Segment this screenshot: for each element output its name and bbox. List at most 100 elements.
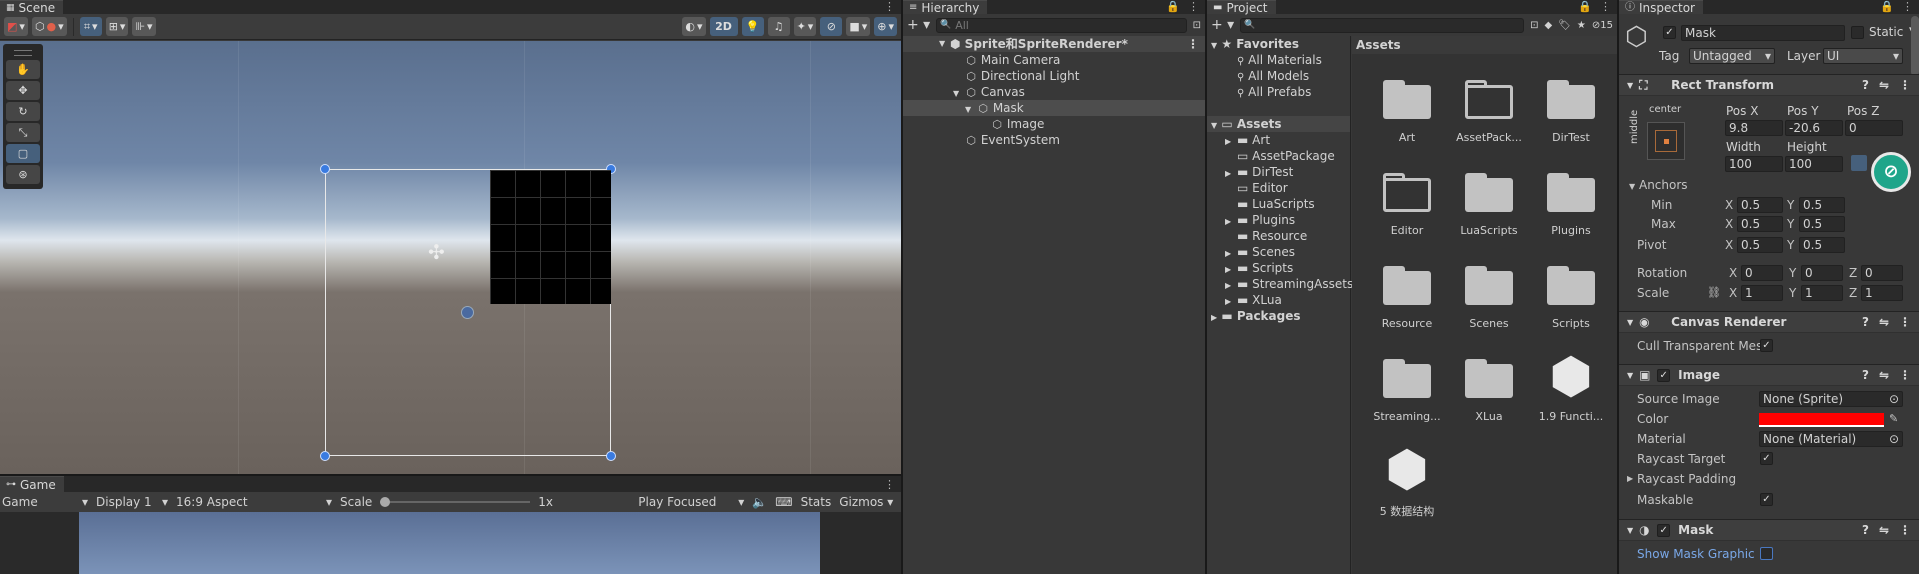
game-viewport[interactable]: [0, 512, 901, 574]
camera-dropdown[interactable]: ■ ▾: [846, 17, 871, 36]
folder-editor[interactable]: ▭ Editor: [1207, 180, 1350, 196]
folder-icon[interactable]: [1463, 169, 1515, 213]
scale-z[interactable]: 1: [1861, 285, 1903, 301]
folder-icon[interactable]: [1463, 262, 1515, 306]
tab-hierarchy[interactable]: ≡ Hierarchy: [903, 0, 988, 15]
anchor-min-y[interactable]: 0.5: [1799, 197, 1845, 213]
show-mask-graphic-checkbox[interactable]: [1760, 547, 1773, 560]
anchor-max-x[interactable]: 0.5: [1737, 216, 1783, 232]
lock-icon[interactable]: 🔒: [1578, 0, 1592, 14]
posx-field[interactable]: 9.8: [1725, 120, 1783, 136]
collapse-arrow-icon[interactable]: ▶: [1211, 313, 1217, 322]
folder-scripts[interactable]: ▶ ▬ Scripts: [1207, 260, 1350, 276]
search-by-type-icon[interactable]: ⊡: [1530, 20, 1538, 31]
hierarchy-item-eventsystem[interactable]: ⬡ EventSystem: [903, 132, 1205, 148]
transform-tool-button[interactable]: ⊛: [6, 165, 40, 184]
more-icon[interactable]: ⋮: [1187, 36, 1199, 52]
rect-transform-header[interactable]: ▼ ⛶ Rect Transform ? ⇋ ⋮: [1619, 74, 1919, 96]
scale-tool-button[interactable]: ⤡: [6, 123, 40, 142]
pivot-x[interactable]: 0.5: [1737, 237, 1783, 253]
hierarchy-item-canvas[interactable]: ▼ ⬡ Canvas: [903, 84, 1205, 100]
hierarchy-search-input[interactable]: All: [936, 17, 1187, 33]
hand-tool-button[interactable]: ✋: [6, 60, 40, 79]
folder-icon[interactable]: [1381, 355, 1433, 399]
more-icon[interactable]: ⋮: [1899, 523, 1911, 537]
source-image-field[interactable]: None (Sprite) ⊙: [1759, 391, 1903, 407]
increment-snap-button[interactable]: ⊪ ▾: [132, 17, 156, 36]
color-swatch[interactable]: [1759, 413, 1884, 427]
folder-empty-icon[interactable]: [1381, 169, 1433, 213]
favorite-item[interactable]: ⚲ All Materials: [1207, 52, 1350, 68]
folder-plugins[interactable]: ▶ ▬ Plugins: [1207, 212, 1350, 228]
more-icon[interactable]: ⋮: [1600, 0, 1611, 14]
tag-dropdown[interactable]: Untagged ▾: [1689, 48, 1775, 64]
posz-field[interactable]: 0: [1845, 120, 1903, 136]
object-picker-icon[interactable]: ⊙: [1889, 432, 1899, 446]
hierarchy-item-main-camera[interactable]: ⬡ Main Camera: [903, 52, 1205, 68]
breadcrumb-assets[interactable]: Assets: [1356, 38, 1401, 52]
render-mode-dropdown[interactable]: ⬡ ● ▾: [31, 17, 67, 36]
help-icon[interactable]: ?: [1862, 78, 1869, 92]
tab-scene[interactable]: ▦ Scene: [0, 0, 64, 15]
lighting-toggle[interactable]: 💡: [741, 17, 764, 36]
rotation-x[interactable]: 0: [1741, 265, 1783, 281]
folder-streamingassets[interactable]: ▶ ▬ StreamingAssets: [1207, 276, 1353, 292]
fold-arrow-icon[interactable]: ▼: [1627, 526, 1633, 535]
help-icon[interactable]: ?: [1862, 368, 1869, 382]
project-search-input[interactable]: [1240, 17, 1525, 33]
mask-enabled-checkbox[interactable]: ✓: [1657, 523, 1671, 537]
favorite-star-icon[interactable]: ★: [1577, 20, 1586, 31]
favorite-item[interactable]: ⚲ All Models: [1207, 68, 1350, 84]
lock-icon[interactable]: 🔒: [1166, 0, 1180, 14]
preset-icon[interactable]: ⇋: [1879, 368, 1889, 382]
expand-arrow-icon[interactable]: ▼: [1211, 41, 1217, 50]
anchors-row[interactable]: ▼ Anchors: [1619, 176, 1919, 194]
hierarchy-item-directional-light[interactable]: ⬡ Directional Light: [903, 68, 1205, 84]
folder-xlua[interactable]: ▶ ▬ XLua: [1207, 292, 1350, 308]
mask-header[interactable]: ▼ ◑ ✓ Mask ? ⇋ ⋮: [1619, 519, 1919, 541]
folder-assetpackage[interactable]: ▭ AssetPackage: [1207, 148, 1350, 164]
rect-handle[interactable]: [320, 451, 330, 461]
scale-slider[interactable]: [380, 496, 531, 508]
expand-arrow-icon[interactable]: ▼: [1211, 121, 1217, 130]
folder-empty-icon[interactable]: [1463, 76, 1515, 120]
fold-arrow-icon[interactable]: ▼: [1627, 318, 1633, 327]
rotation-y[interactable]: 0: [1801, 265, 1843, 281]
anchor-max-y[interactable]: 0.5: [1799, 216, 1845, 232]
preset-icon[interactable]: ⇋: [1879, 78, 1889, 92]
more-icon[interactable]: ⋮: [884, 0, 895, 14]
create-button[interactable]: + ▾: [1211, 17, 1234, 33]
rect-handle[interactable]: [606, 451, 616, 461]
folder-icon[interactable]: [1545, 262, 1597, 306]
label-tag-icon[interactable]: 🏷: [1558, 20, 1571, 31]
more-icon[interactable]: ⋮: [884, 478, 895, 492]
effects-dropdown[interactable]: ✦ ▾: [793, 17, 817, 36]
unity-scene-asset-icon[interactable]: ⬢: [1381, 441, 1433, 497]
active-checkbox[interactable]: ✓: [1663, 26, 1676, 39]
stats-button[interactable]: Stats: [801, 495, 832, 509]
anchor-preset-button[interactable]: [1647, 122, 1685, 160]
move-tool-button[interactable]: ✥: [6, 81, 40, 100]
more-icon[interactable]: ⋮: [1188, 0, 1199, 14]
fold-arrow-icon[interactable]: ▼: [1627, 371, 1633, 380]
keyboard-icon[interactable]: ⌨: [775, 495, 792, 509]
pivot-handle[interactable]: [461, 306, 474, 319]
folder-icon[interactable]: [1381, 76, 1433, 120]
hidden-packages-toggle[interactable]: ⊘15: [1592, 20, 1613, 31]
mute-audio-icon[interactable]: 🔈: [752, 495, 767, 509]
rotate-tool-button[interactable]: ↻: [6, 102, 40, 121]
rect-tool-button[interactable]: ▢: [6, 144, 40, 163]
scale-x[interactable]: 1: [1741, 285, 1783, 301]
rotation-z[interactable]: 0: [1861, 265, 1903, 281]
more-icon[interactable]: ⋮: [1899, 315, 1911, 329]
raycast-padding-row[interactable]: ▶ Raycast Padding: [1619, 470, 1919, 488]
packages-root[interactable]: ▶ ▬ Packages: [1207, 308, 1350, 324]
fold-arrow-icon[interactable]: ▼: [1627, 81, 1633, 90]
favorites-header[interactable]: ▼ ★ Favorites: [1207, 36, 1350, 52]
shading-dropdown[interactable]: ◐ ▾: [682, 17, 706, 36]
add-button[interactable]: + ▾: [907, 17, 930, 33]
draw-mode-dropdown[interactable]: ◩ ▾: [4, 17, 28, 36]
more-icon[interactable]: ⋮: [1902, 0, 1913, 14]
grid-plane-button[interactable]: ⊞ ▾: [105, 17, 129, 36]
posy-field[interactable]: -20.6: [1785, 120, 1843, 136]
